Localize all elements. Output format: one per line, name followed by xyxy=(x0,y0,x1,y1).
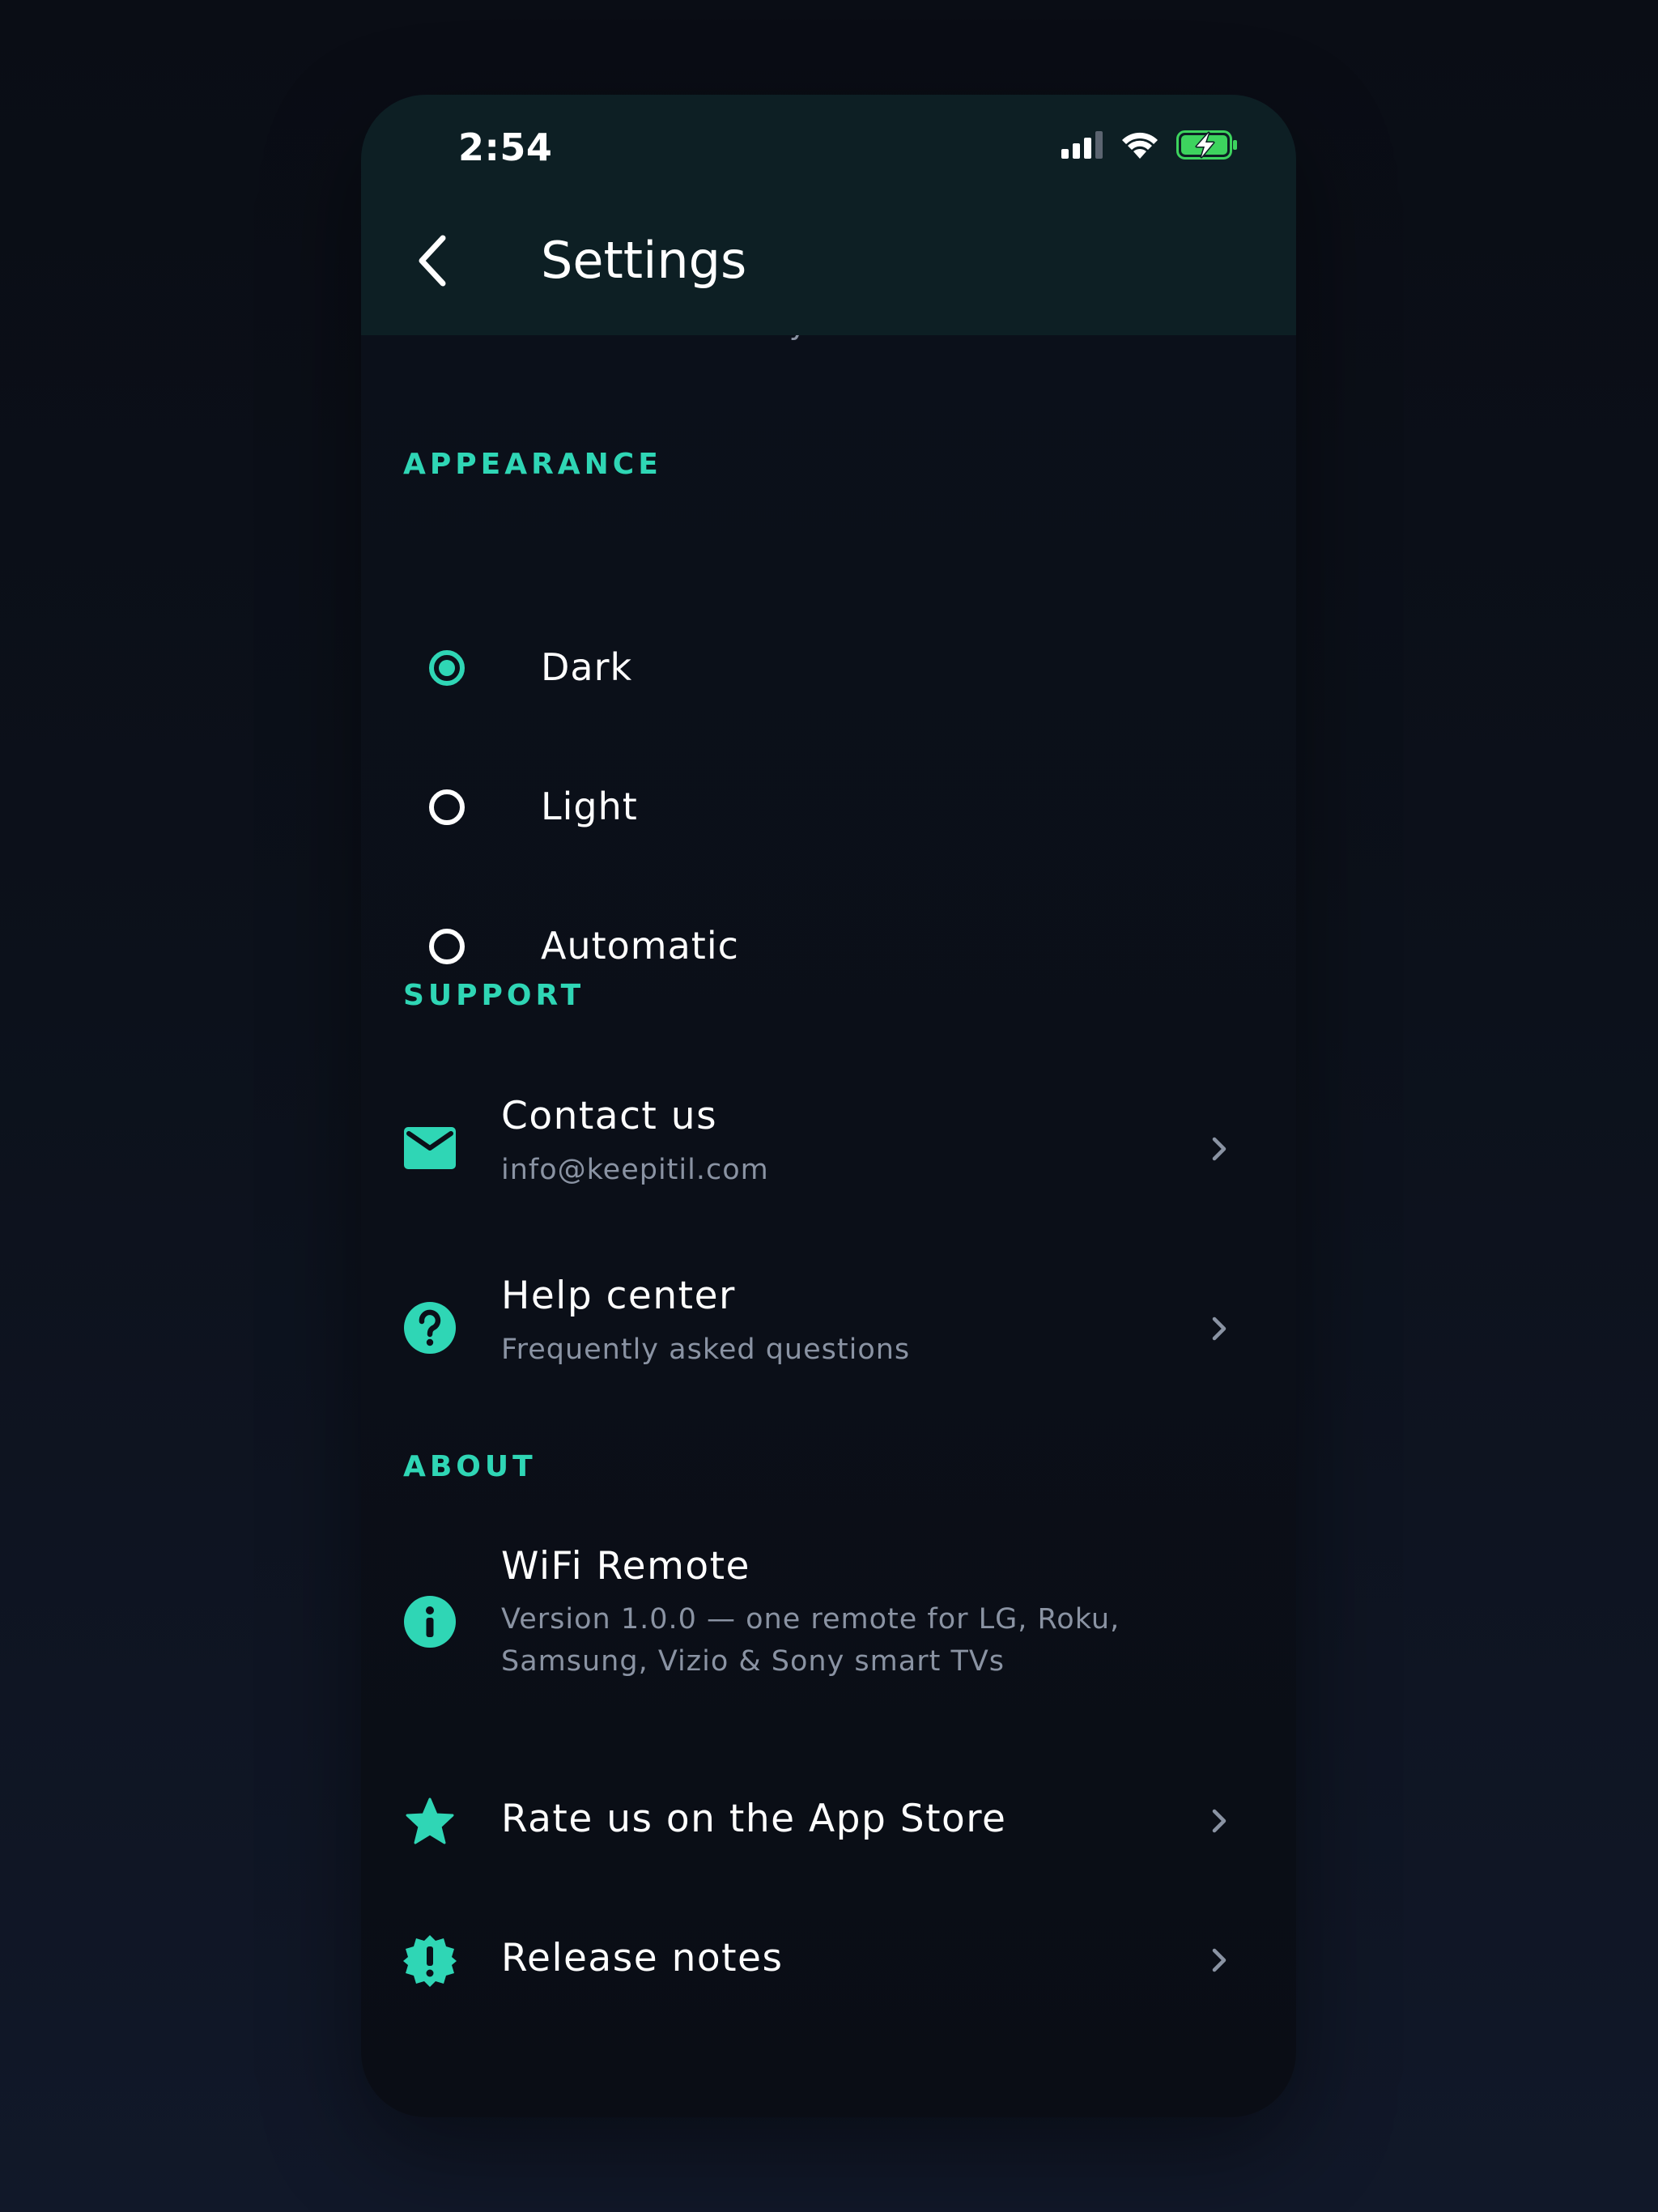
battery-charging-icon xyxy=(1176,130,1237,160)
phone-screen: Auto-reconnect to your last TV 2:54 xyxy=(361,95,1296,2117)
release-notes-row[interactable]: Release notes xyxy=(361,1895,1296,2025)
chevron-right-icon xyxy=(1212,1948,1226,1972)
section-header-about: ABOUT xyxy=(403,1450,537,1483)
radio-option-dark[interactable]: Dark xyxy=(361,603,1296,733)
row-title: Release notes xyxy=(501,1936,784,1980)
chevron-right-icon xyxy=(1212,1809,1226,1833)
chevron-left-icon xyxy=(419,235,446,287)
page-title: Settings xyxy=(541,231,747,290)
row-subtitle: Frequently asked questions xyxy=(501,1334,911,1366)
radio-label: Automatic xyxy=(541,924,739,968)
radio-label: Dark xyxy=(541,645,633,689)
radio-unselected-icon xyxy=(429,929,465,964)
rate-app-row[interactable]: Rate us on the App Store xyxy=(361,1756,1296,1886)
help-icon xyxy=(403,1301,457,1355)
badge-alert-icon xyxy=(403,1934,457,1988)
mail-icon xyxy=(403,1121,457,1175)
radio-unselected-icon xyxy=(429,789,465,825)
contact-us-row[interactable]: Contact us info@keepitil.com xyxy=(361,1076,1296,1222)
chevron-right-icon xyxy=(1212,1317,1226,1341)
radio-option-light[interactable]: Light xyxy=(361,742,1296,872)
help-center-row[interactable]: Help center Frequently asked questions xyxy=(361,1256,1296,1402)
status-icons xyxy=(1061,130,1238,160)
row-subtitle: info@keepitil.com xyxy=(501,1154,769,1186)
app-info-row: WiFi Remote Version 1.0.0 — one remote f… xyxy=(361,1528,1296,1771)
row-subtitle-line-2: Samsung, Vizio & Sony smart TVs xyxy=(501,1645,1005,1678)
status-time: 2:54 xyxy=(458,125,553,169)
cellular-signal-icon xyxy=(1061,131,1103,159)
info-icon xyxy=(403,1595,457,1648)
section-header-appearance: APPEARANCE xyxy=(403,448,662,481)
navigation-header: 2:54 Settings xyxy=(361,95,1296,335)
chevron-right-icon xyxy=(1212,1137,1226,1161)
row-title: WiFi Remote xyxy=(501,1544,750,1589)
star-icon xyxy=(403,1795,457,1848)
radio-label: Light xyxy=(541,785,638,828)
row-title: Help center xyxy=(501,1274,736,1318)
section-header-support: SUPPORT xyxy=(403,979,585,1012)
back-button[interactable] xyxy=(403,232,460,289)
wifi-icon xyxy=(1122,132,1158,159)
radio-selected-icon xyxy=(429,650,465,686)
row-subtitle-line-1: Version 1.0.0 — one remote for LG, Roku, xyxy=(501,1603,1120,1636)
row-title: Rate us on the App Store xyxy=(501,1797,1007,1841)
row-title: Contact us xyxy=(501,1094,718,1138)
